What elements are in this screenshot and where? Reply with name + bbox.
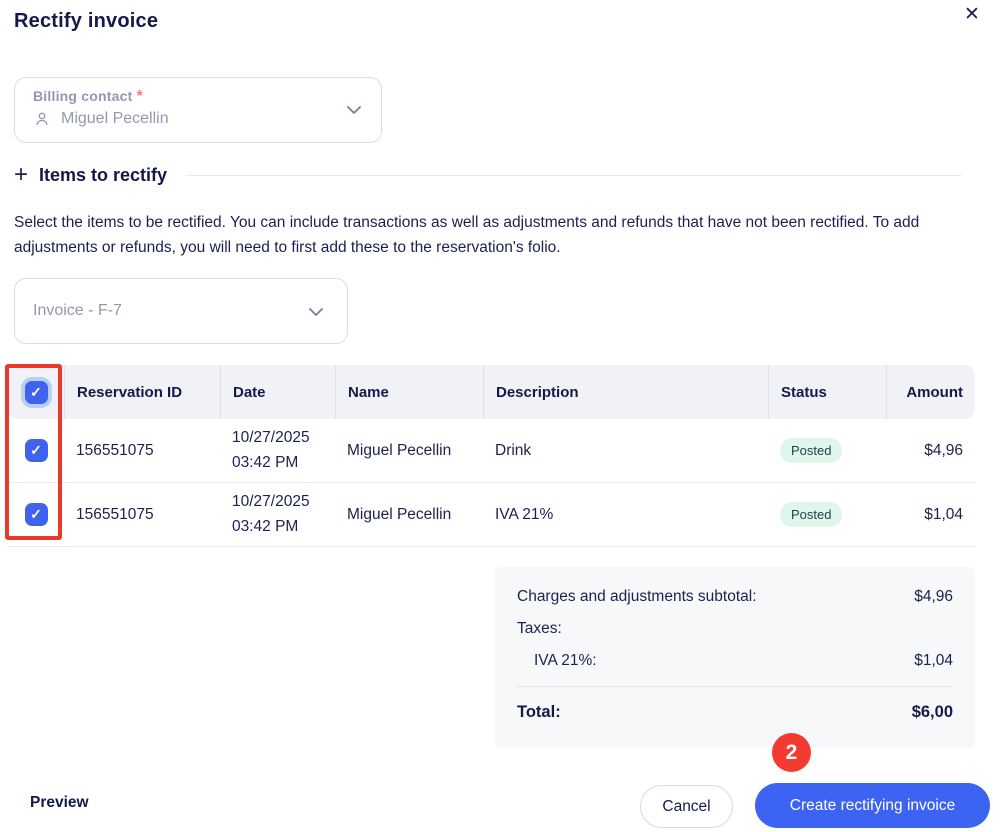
- subtotal-label: Charges and adjustments subtotal:: [517, 588, 757, 606]
- cell-status: Posted: [768, 502, 886, 527]
- taxes-label: Taxes:: [517, 620, 562, 638]
- cell-description: IVA 21%: [483, 506, 768, 524]
- page-title: Rectify invoice: [14, 10, 158, 33]
- billing-contact-label-row: Billing contact*: [33, 88, 381, 106]
- summary-box: Charges and adjustments subtotal: $4,96 …: [495, 567, 975, 748]
- row-checkbox[interactable]: ✓: [25, 439, 48, 462]
- row-checkbox-cell: ✓: [8, 503, 64, 526]
- billing-contact-value: Miguel Pecellin: [61, 110, 169, 128]
- plus-icon: +: [14, 163, 28, 187]
- date-line1: 10/27/2025: [232, 493, 310, 510]
- column-header-name: Name: [335, 365, 483, 419]
- close-icon[interactable]: ✕: [958, 1, 986, 28]
- person-icon: [33, 110, 51, 128]
- subtotal-row: Charges and adjustments subtotal: $4,96: [517, 588, 953, 606]
- cell-amount: $4,96: [886, 442, 975, 460]
- cell-status: Posted: [768, 438, 886, 463]
- create-rectifying-invoice-button[interactable]: Create rectifying invoice: [755, 783, 990, 828]
- items-section-heading: + Items to rectify: [14, 163, 962, 187]
- total-row: Total: $6,00: [517, 703, 953, 722]
- column-header-date: Date: [220, 365, 335, 419]
- table-row: ✓ 156551075 10/27/2025 03:42 PM Miguel P…: [8, 419, 975, 483]
- date-line2: 03:42 PM: [232, 518, 298, 535]
- total-value: $6,00: [912, 703, 953, 722]
- section-divider: [186, 175, 962, 176]
- billing-contact-select[interactable]: Billing contact* Miguel Pecellin: [14, 77, 382, 143]
- total-label: Total:: [517, 703, 561, 722]
- table-row: ✓ 156551075 10/27/2025 03:42 PM Miguel P…: [8, 483, 975, 547]
- chevron-down-icon: [309, 308, 323, 316]
- taxes-row: Taxes:: [517, 620, 953, 638]
- tax-line-value: $1,04: [914, 652, 953, 670]
- cell-name: Miguel Pecellin: [335, 506, 483, 524]
- column-header-amount: Amount: [886, 365, 975, 419]
- date-line2: 03:42 PM: [232, 454, 298, 471]
- subtotal-value: $4,96: [914, 588, 953, 606]
- column-header-status: Status: [768, 365, 886, 419]
- select-all-checkbox[interactable]: ✓: [25, 381, 48, 404]
- cell-reservation-id: 156551075: [64, 442, 220, 460]
- row-checkbox[interactable]: ✓: [25, 503, 48, 526]
- column-header-reservation-id: Reservation ID: [64, 365, 220, 419]
- status-badge: Posted: [780, 502, 842, 527]
- cell-amount: $1,04: [886, 506, 975, 524]
- date-line1: 10/27/2025: [232, 429, 310, 446]
- summary-divider: [517, 686, 953, 687]
- tax-line-row: IVA 21%: $1,04: [517, 652, 953, 670]
- cell-description: Drink: [483, 442, 768, 460]
- cell-date: 10/27/2025 03:42 PM: [220, 426, 335, 474]
- items-section-description: Select the items to be rectified. You ca…: [14, 210, 966, 260]
- tax-line-label: IVA 21%:: [534, 652, 597, 670]
- invoice-select[interactable]: Invoice - F-7: [14, 278, 348, 344]
- cancel-button[interactable]: Cancel: [640, 785, 733, 828]
- status-badge: Posted: [780, 438, 842, 463]
- row-checkbox-cell: ✓: [8, 439, 64, 462]
- cell-name: Miguel Pecellin: [335, 442, 483, 460]
- billing-contact-label: Billing contact: [33, 88, 132, 104]
- items-section-title: Items to rectify: [39, 165, 167, 186]
- preview-button[interactable]: Preview: [30, 794, 89, 812]
- select-all-cell: ✓: [8, 365, 64, 419]
- column-header-description: Description: [483, 365, 768, 419]
- cell-date: 10/27/2025 03:42 PM: [220, 490, 335, 538]
- items-table: ✓ Reservation ID Date Name Description S…: [8, 365, 975, 547]
- invoice-select-value: Invoice - F-7: [33, 302, 122, 320]
- chevron-down-icon: [347, 106, 361, 114]
- required-marker: *: [136, 88, 142, 105]
- annotation-step-badge: 2: [772, 733, 811, 772]
- cell-reservation-id: 156551075: [64, 506, 220, 524]
- table-header-row: ✓ Reservation ID Date Name Description S…: [8, 365, 975, 419]
